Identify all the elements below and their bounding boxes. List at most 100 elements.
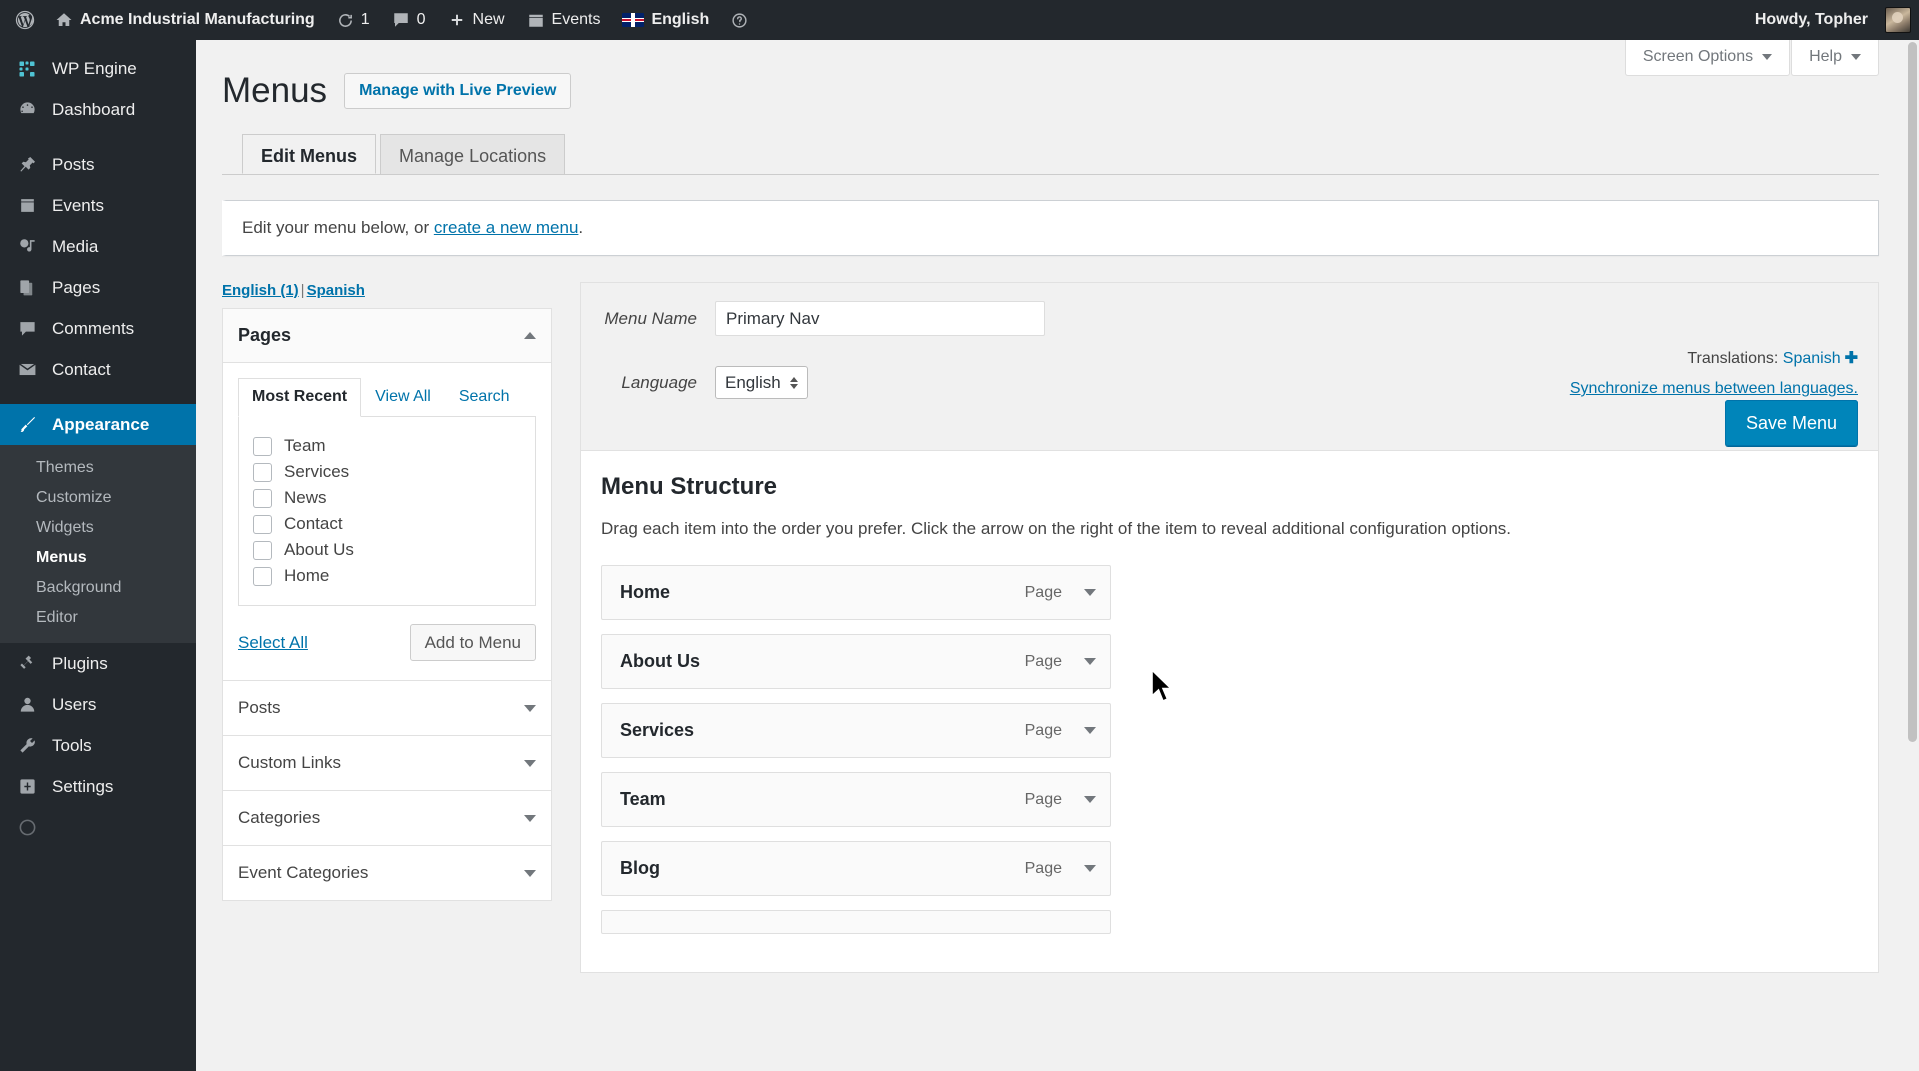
- language-select-value: English: [725, 373, 781, 393]
- sidebar-item-plugins[interactable]: Plugins: [0, 643, 196, 684]
- tab-manage-locations[interactable]: Manage Locations: [380, 134, 565, 174]
- help-menu[interactable]: [720, 0, 759, 40]
- language-menu[interactable]: English: [611, 0, 720, 40]
- pages-panel-header[interactable]: Pages: [223, 309, 551, 363]
- categories-panel-header[interactable]: Categories: [223, 790, 551, 845]
- select-all-link[interactable]: Select All: [238, 633, 308, 653]
- list-item[interactable]: Contact: [253, 511, 521, 537]
- checkbox[interactable]: [253, 515, 272, 534]
- save-menu-button[interactable]: Save Menu: [1725, 400, 1858, 446]
- pages-panel-tabs: Most Recent View All Search: [238, 377, 536, 416]
- checkbox[interactable]: [253, 437, 272, 456]
- live-preview-button[interactable]: Manage with Live Preview: [344, 73, 571, 109]
- chevron-down-icon[interactable]: [524, 870, 536, 877]
- synchronize-menus-link[interactable]: Synchronize menus between languages.: [808, 380, 1858, 398]
- table-row[interactable]: Services Page: [601, 703, 1111, 758]
- sidebar-item-comments[interactable]: Comments: [0, 308, 196, 349]
- updates-count: 1: [361, 11, 370, 29]
- add-to-menu-button[interactable]: Add to Menu: [410, 624, 536, 661]
- checkbox[interactable]: [253, 567, 272, 586]
- comments-menu[interactable]: 0: [381, 0, 437, 40]
- sidebar-item-partial[interactable]: [0, 807, 196, 848]
- chevron-down-icon[interactable]: [1084, 796, 1096, 803]
- table-row[interactable]: Team Page: [601, 772, 1111, 827]
- new-content-menu[interactable]: New: [437, 0, 516, 40]
- sidebar-item-label: Comments: [52, 319, 134, 339]
- tab-edit-menus[interactable]: Edit Menus: [242, 134, 376, 174]
- dashboard-icon: [16, 100, 38, 119]
- lang-link-spanish[interactable]: Spanish: [307, 282, 365, 299]
- submenu-item-editor[interactable]: Editor: [0, 603, 196, 633]
- plus-icon[interactable]: ✚: [1845, 350, 1858, 367]
- sidebar-item-pages[interactable]: Pages: [0, 267, 196, 308]
- tab-most-recent[interactable]: Most Recent: [238, 378, 361, 417]
- sidebar-item-appearance[interactable]: Appearance: [0, 404, 196, 445]
- page-scrollbar[interactable]: [1905, 40, 1919, 1071]
- submenu-item-customize[interactable]: Customize: [0, 483, 196, 513]
- select-arrows-icon: [790, 377, 798, 389]
- translation-link-spanish[interactable]: Spanish: [1783, 350, 1841, 367]
- table-row[interactable]: [601, 910, 1111, 934]
- sidebar-item-users[interactable]: Users: [0, 684, 196, 725]
- help-button[interactable]: Help: [1791, 40, 1879, 76]
- submenu-item-background[interactable]: Background: [0, 573, 196, 603]
- table-row[interactable]: Blog Page: [601, 841, 1111, 896]
- admin-bar-left: Acme Industrial Manufacturing 1 0 New: [0, 0, 759, 40]
- events-menu[interactable]: Events: [516, 0, 612, 40]
- sidebar-item-settings[interactable]: Settings: [0, 766, 196, 807]
- lang-link-english[interactable]: English (1): [222, 282, 299, 299]
- sidebar-item-dashboard[interactable]: Dashboard: [0, 89, 196, 130]
- tab-view-all[interactable]: View All: [361, 378, 445, 417]
- chevron-up-icon[interactable]: [524, 332, 536, 339]
- list-item[interactable]: Team: [253, 433, 521, 459]
- table-row[interactable]: About Us Page: [601, 634, 1111, 689]
- list-item[interactable]: Services: [253, 459, 521, 485]
- wordpress-logo-icon[interactable]: [0, 0, 44, 40]
- chevron-down-icon[interactable]: [1084, 865, 1096, 872]
- chevron-down-icon[interactable]: [524, 760, 536, 767]
- language-switcher: English (1)|Spanish: [222, 282, 552, 299]
- menu-item-name: Home: [620, 582, 670, 603]
- menu-structure-heading: Menu Structure: [601, 473, 1858, 501]
- list-item[interactable]: News: [253, 485, 521, 511]
- create-new-menu-link[interactable]: create a new menu: [434, 218, 579, 237]
- checkbox[interactable]: [253, 489, 272, 508]
- chevron-down-icon[interactable]: [524, 815, 536, 822]
- sidebar-item-contact[interactable]: Contact: [0, 349, 196, 390]
- checkbox[interactable]: [253, 541, 272, 560]
- sidebar-item-label: Media: [52, 237, 98, 257]
- screen-options-button[interactable]: Screen Options: [1625, 40, 1790, 76]
- wpengine-icon: [16, 60, 38, 78]
- custom-links-panel-header[interactable]: Custom Links: [223, 735, 551, 790]
- menu-structure-panel: Menu Structure Drag each item into the o…: [580, 450, 1879, 973]
- checkbox[interactable]: [253, 463, 272, 482]
- chevron-down-icon[interactable]: [1084, 727, 1096, 734]
- my-account-menu[interactable]: Howdy, Topher: [1744, 0, 1911, 40]
- list-item[interactable]: About Us: [253, 537, 521, 563]
- tab-search[interactable]: Search: [445, 378, 524, 417]
- menu-name-input[interactable]: Primary Nav: [715, 301, 1045, 336]
- scrollbar-thumb[interactable]: [1908, 42, 1917, 742]
- chevron-down-icon[interactable]: [524, 705, 536, 712]
- table-row[interactable]: Home Page: [601, 565, 1111, 620]
- submenu-item-menus[interactable]: Menus: [0, 543, 196, 573]
- list-item[interactable]: Home: [253, 563, 521, 589]
- sidebar-item-events[interactable]: Events: [0, 185, 196, 226]
- site-name-menu[interactable]: Acme Industrial Manufacturing: [44, 0, 326, 40]
- menu-item-name: Services: [620, 720, 694, 741]
- event-categories-panel-header[interactable]: Event Categories: [223, 845, 551, 900]
- submenu-item-themes[interactable]: Themes: [0, 453, 196, 483]
- posts-panel-header[interactable]: Posts: [223, 680, 551, 735]
- sidebar-item-tools[interactable]: Tools: [0, 725, 196, 766]
- language-select[interactable]: English: [715, 366, 808, 399]
- site-name-label: Acme Industrial Manufacturing: [80, 11, 315, 29]
- sidebar-item-posts[interactable]: Posts: [0, 144, 196, 185]
- chevron-down-icon[interactable]: [1084, 658, 1096, 665]
- sidebar-item-wp-engine[interactable]: WP Engine: [0, 48, 196, 89]
- submenu-item-widgets[interactable]: Widgets: [0, 513, 196, 543]
- sidebar-item-media[interactable]: Media: [0, 226, 196, 267]
- updates-menu[interactable]: 1: [326, 0, 381, 40]
- menu-name-label: Menu Name: [601, 309, 715, 329]
- calendar-icon: [527, 11, 545, 29]
- chevron-down-icon[interactable]: [1084, 589, 1096, 596]
